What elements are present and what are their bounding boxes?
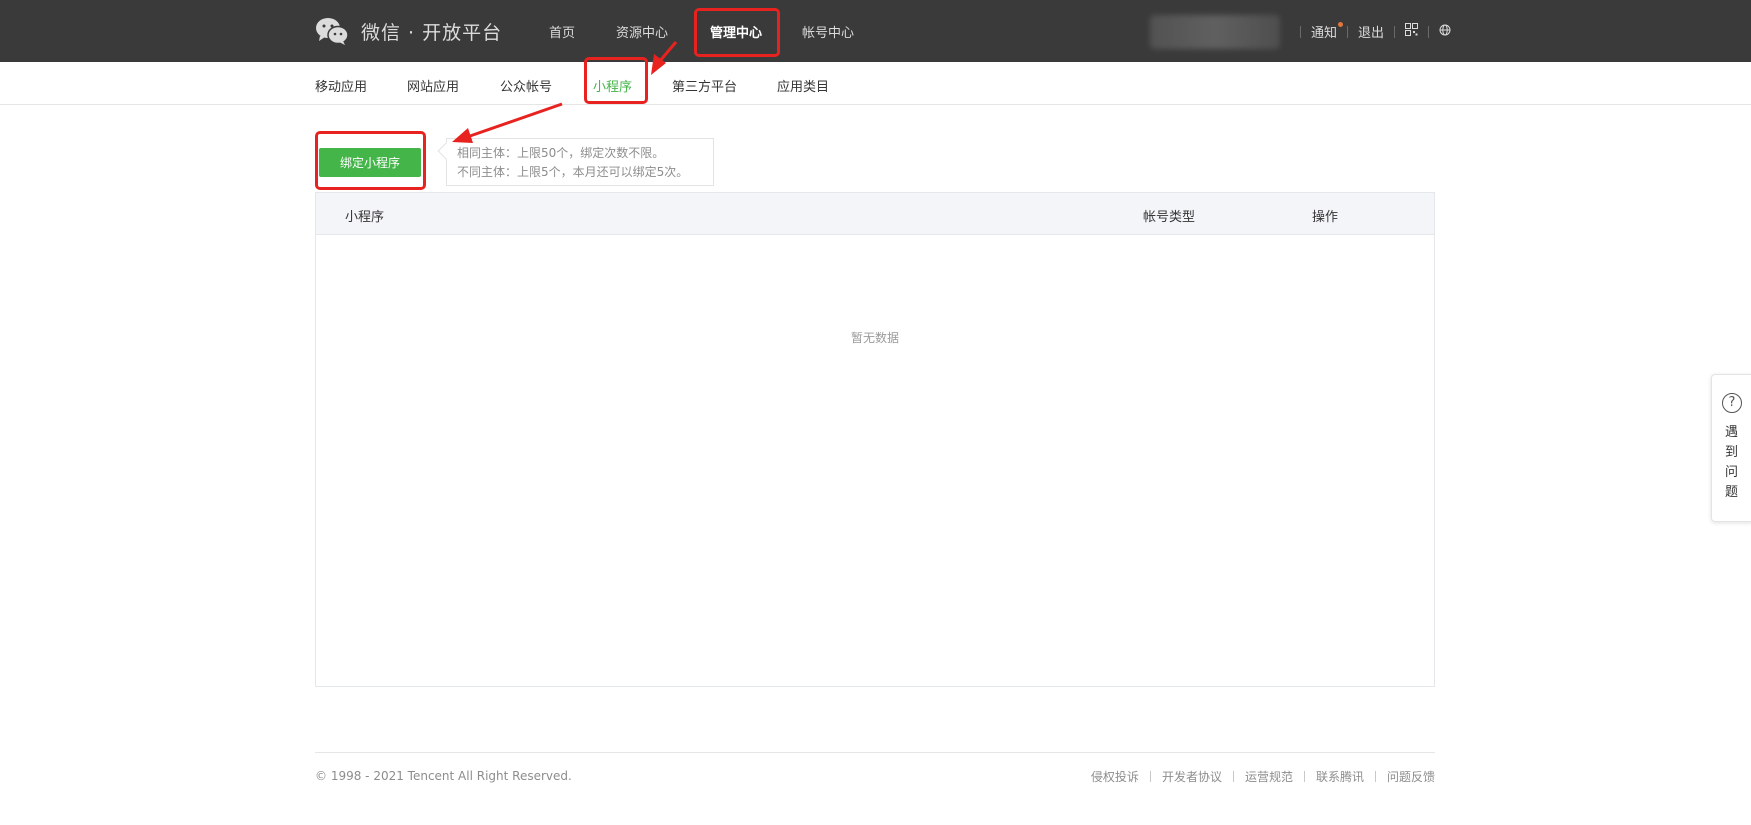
table-header: 小程序 帐号类型 操作 [316,193,1434,235]
tip-arrow [437,142,455,160]
footer-link-feedback[interactable]: 问题反馈 [1387,768,1435,785]
logout-link[interactable]: 退出 [1358,22,1384,41]
sub-nav-mobile-app[interactable]: 移动应用 [315,76,367,95]
annotation-box-mini-program [584,57,648,104]
notify-link[interactable]: 通知 [1311,22,1344,41]
globe-icon[interactable] [1439,24,1451,40]
footer-divider [315,752,1435,753]
notify-dot [1338,22,1344,27]
bind-limit-tip: 相同主体：上限50个，绑定次数不限。 不同主体：上限5个，本月还可以绑定5次。 [437,138,714,186]
column-header-mini-program: 小程序 [345,210,385,225]
mini-program-table: 小程序 帐号类型 操作 暂无数据 [315,192,1435,687]
footer-link-operation-rules[interactable]: 运营规范 [1245,768,1293,785]
top-nav-resources[interactable]: 资源中心 [616,22,668,41]
top-right-actions: 通知 退出 [1290,22,1451,41]
help-label: 遇到问题 [1725,425,1739,500]
column-header-account-type: 帐号类型 [1143,210,1196,225]
column-header-actions: 操作 [1312,210,1339,225]
divider [1428,25,1430,38]
sub-nav: 移动应用 网站应用 公众帐号 小程序 第三方平台 应用类目 [0,62,1751,105]
footer-link-contact-tencent[interactable]: 联系腾讯 [1316,768,1364,785]
tip-line-same-entity: 相同主体：上限50个，绑定次数不限。 [457,146,665,160]
sub-nav-official-account[interactable]: 公众帐号 [500,76,552,95]
brand-logo[interactable]: 微信 · 开放平台 [315,16,502,46]
divider [1149,771,1151,782]
top-nav-account[interactable]: 帐号中心 [802,22,854,41]
qrcode-icon[interactable] [1405,23,1419,40]
tip-line-different-entity: 不同主体：上限5个，本月还可以绑定5次。 [457,165,689,179]
brand-name: 微信 · 开放平台 [361,21,503,44]
copyright: © 1998 - 2021 Tencent All Right Reserved… [315,769,572,783]
question-icon: ? [1722,393,1742,413]
empty-state: 暂无数据 [850,331,899,345]
wechat-icon [315,16,349,46]
notify-label: 通知 [1311,26,1338,41]
annotation-box-bind-button [315,131,426,190]
sub-nav-third-party[interactable]: 第三方平台 [672,76,737,95]
sub-nav-app-category[interactable]: 应用类目 [777,76,829,95]
footer-link-developer-agreement[interactable]: 开发者协议 [1162,768,1222,785]
annotation-box-management [694,8,780,57]
footer-links: 侵权投诉 开发者协议 运营规范 联系腾讯 问题反馈 [1091,768,1435,785]
divider [1347,25,1349,38]
divider [1300,25,1301,38]
footer-link-infringement[interactable]: 侵权投诉 [1091,768,1139,785]
divider [1394,25,1396,38]
sub-nav-website-app[interactable]: 网站应用 [407,76,459,95]
top-bar: 微信 · 开放平台 首页 资源中心 管理中心 帐号中心 通知 退出 [0,0,1751,62]
divider [1374,771,1376,782]
divider [1232,771,1234,782]
top-nav-home[interactable]: 首页 [549,22,575,41]
blurred-account-name [1150,15,1280,49]
divider [1303,771,1305,782]
help-widget[interactable]: ? 遇到问题 [1711,374,1751,522]
